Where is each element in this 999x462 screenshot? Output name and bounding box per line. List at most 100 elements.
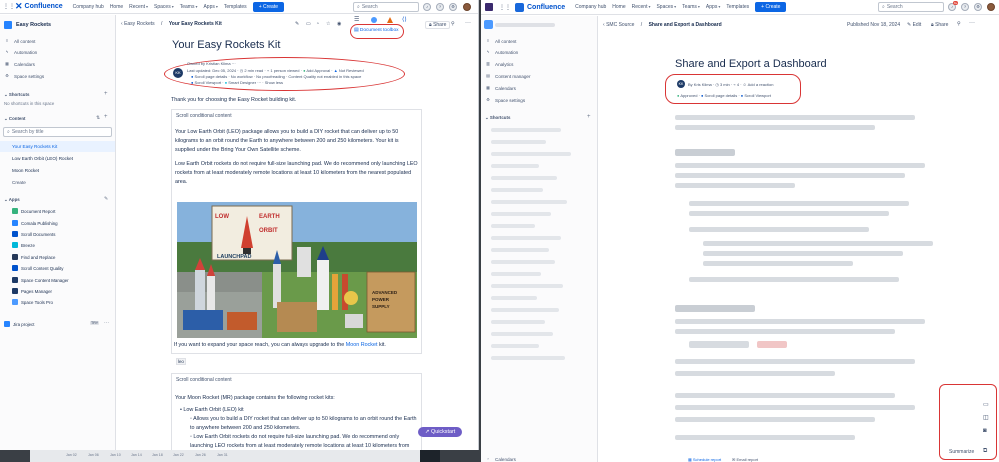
owner-avatar[interactable]: KK [173, 68, 183, 78]
nav-company-hub[interactable]: Company hub [73, 4, 104, 10]
settings-icon[interactable]: ⚙ [974, 3, 982, 11]
nav-recent[interactable]: Recent▾ [632, 4, 651, 10]
nav-home[interactable]: Home [110, 4, 123, 10]
document-toolbox-button[interactable]: ▤ Document toolbox [354, 28, 399, 33]
code-icon[interactable]: ⟨⟩ [402, 16, 407, 23]
watch-icon[interactable]: ◔ [316, 21, 319, 27]
app-breeze[interactable]: Breeze [0, 240, 115, 250]
ai-icon[interactable] [371, 17, 377, 23]
confluence-logo[interactable]: Confluence [511, 2, 565, 12]
nav-templates[interactable]: Templates [224, 4, 247, 10]
chat-icon[interactable]: ◫ [983, 414, 989, 421]
add-shortcut-icon[interactable]: + [587, 114, 591, 120]
sidebar-item-space-settings[interactable]: ⚙ Space settings [0, 71, 115, 81]
leo-tag[interactable]: leo [176, 358, 186, 365]
content-header[interactable]: ⌄ Content [4, 116, 26, 122]
nav-templates[interactable]: Templates [726, 4, 749, 10]
more-actions-icon[interactable]: ··· [465, 20, 471, 26]
app-space-content-manager[interactable]: Space Content Manager [0, 275, 115, 285]
apps-header[interactable]: ⌄ Apps [4, 197, 20, 203]
sidebar-item-calendars[interactable]: ▦ Calendars [0, 59, 115, 69]
menu-icon[interactable]: ⋮⋮ [499, 4, 511, 11]
tree-item-leo-rocket[interactable]: Low Earth Orbit (LEO) Rocket [0, 153, 115, 164]
nav-company-hub[interactable]: Company hub [575, 4, 606, 10]
nav-spaces[interactable]: Spaces▾ [656, 4, 676, 10]
shortcuts-header[interactable]: ⌄ Shortcuts [485, 115, 510, 121]
space-avatar-icon[interactable] [484, 20, 493, 29]
sidebar-item-automation[interactable]: ϟ Automation [481, 47, 597, 57]
app-space-tools-pro[interactable]: Space Tools Pro [0, 297, 115, 307]
tree-item-your-easy-rockets-kit[interactable]: Your Easy Rockets Kit [0, 141, 115, 152]
nav-home[interactable]: Home [612, 4, 625, 10]
app-switcher-icon[interactable]: ⋮⋮ [3, 3, 15, 10]
app-comala-publishing[interactable]: Comala Publishing [0, 218, 115, 228]
shortcuts-header[interactable]: ⌄ Shortcuts [4, 92, 29, 98]
breadcrumb-page[interactable]: Share and Export a Dashboard [649, 22, 722, 28]
content-filter-input[interactable]: ⌕ Search by title [3, 127, 112, 137]
edit-apps-icon[interactable]: ✎ [104, 196, 108, 202]
space-header[interactable]: Easy Rockets [0, 20, 115, 30]
add-content-icon[interactable]: + [104, 114, 108, 120]
nav-apps[interactable]: Apps▾ [706, 4, 720, 10]
app-document-report[interactable]: Document Report [0, 206, 115, 216]
notifications-icon[interactable]: ♪ [423, 3, 431, 11]
app-scroll-documents[interactable]: Scroll Documents [0, 229, 115, 239]
filter-icon[interactable]: ⇅ [96, 115, 100, 121]
sidebar-item-space-settings[interactable]: ⚙ Space settings [481, 95, 597, 105]
nav-teams[interactable]: Teams▾ [682, 4, 700, 10]
tree-create[interactable]: Create [0, 177, 115, 188]
nav-recent[interactable]: Recent▾ [129, 4, 148, 10]
comment-icon[interactable]: ▭ [306, 21, 311, 27]
help-icon[interactable]: ? [436, 3, 444, 11]
app-find-and-replace[interactable]: Find and Replace [0, 252, 115, 262]
camera-icon[interactable]: ◙ [983, 428, 987, 434]
sidebar-item-all-content[interactable]: ≡ All content [0, 36, 115, 46]
sidebar-item-automation[interactable]: ϟ Automation [0, 47, 115, 57]
avatar[interactable] [987, 3, 995, 11]
star-icon[interactable]: ☆ [326, 21, 330, 27]
comala-icon[interactable] [387, 17, 393, 23]
email-report-link[interactable]: ✉ Email report [732, 457, 758, 462]
app-pages-manager[interactable]: Pages Manager [0, 286, 115, 296]
outline-icon[interactable]: ☰ [354, 16, 359, 23]
confluence-logo[interactable]: ✕ Confluence [15, 1, 63, 12]
summarize-icon[interactable]: ⧉ [983, 448, 987, 455]
tree-item-moon-rocket[interactable]: Moon Rocket [0, 165, 115, 176]
breadcrumb-page[interactable]: Your Easy Rockets Kit [169, 21, 222, 27]
summarize-button[interactable]: Summarize [949, 449, 974, 455]
nav-spaces[interactable]: Spaces▾ [154, 4, 174, 10]
avatar[interactable] [463, 3, 471, 11]
help-icon[interactable]: ? [961, 3, 969, 11]
create-button[interactable]: + Create [755, 2, 787, 12]
create-button[interactable]: + Create [252, 1, 285, 12]
moon-rocket-link[interactable]: Moon Rocket [346, 342, 378, 348]
sidebar-item-content-manager[interactable]: ▤ Content manager [481, 71, 597, 81]
share-button[interactable]: 🔒︎ Share [931, 22, 948, 28]
share-button[interactable]: 🔒︎ Share [425, 21, 451, 29]
app-scroll-content-quality[interactable]: Scroll Content Quality [0, 263, 115, 273]
sidebar-item-calendars-bottom[interactable]: › Calendars [481, 454, 597, 462]
more-actions-icon[interactable]: ··· [969, 20, 975, 26]
owner-label[interactable]: Owned by Kristian Klima ··· [187, 61, 236, 66]
breadcrumb-space[interactable]: SMC Source [606, 22, 634, 28]
app-switcher-icon[interactable] [485, 3, 493, 11]
quickstart-button[interactable]: ➚ Quickstart [418, 427, 463, 437]
author-avatar[interactable]: KK [677, 80, 685, 88]
more-icon[interactable]: ··· [104, 320, 109, 326]
link-icon[interactable]: ⚲ [957, 21, 961, 27]
search-input[interactable]: ⌕ Search [353, 2, 419, 12]
edit-button[interactable]: ✎ Edit [907, 22, 921, 28]
edit-icon[interactable]: ✎ [295, 21, 299, 27]
settings-icon[interactable]: ⚙ [449, 3, 457, 11]
nav-apps[interactable]: Apps▾ [203, 4, 217, 10]
sidebar-item-all-content[interactable]: ≡ All content [481, 36, 597, 46]
link-icon[interactable]: ⚲ [451, 21, 455, 27]
nav-teams[interactable]: Teams▾ [180, 4, 198, 10]
comment-icon[interactable]: ▭ [983, 401, 989, 408]
search-input[interactable]: ⌕ Search [878, 2, 944, 12]
sidebar-item-calendars[interactable]: ▦ Calendars [481, 83, 597, 93]
breadcrumb-space[interactable]: Easy Rockets [124, 21, 155, 27]
sidebar-item-analytics[interactable]: ▥ Analytics [481, 59, 597, 69]
add-shortcut-icon[interactable]: + [104, 91, 108, 97]
view-icon[interactable]: ◉ [337, 21, 341, 27]
